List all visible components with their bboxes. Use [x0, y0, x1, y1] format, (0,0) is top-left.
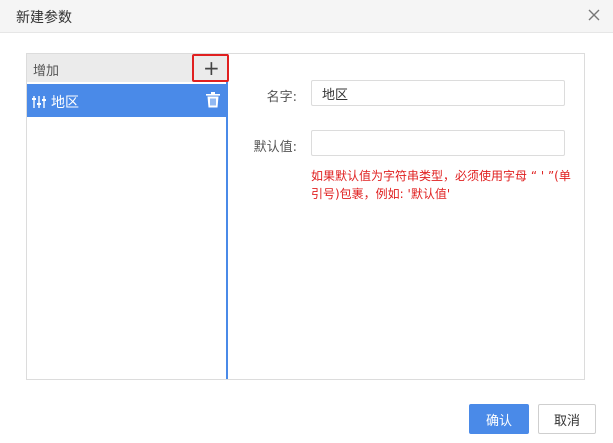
parameter-list-panel: 增加 + 地区 [27, 54, 229, 379]
trash-icon[interactable] [206, 92, 220, 112]
name-label: 名字: [266, 90, 297, 105]
dialog-title: 新建参数 [16, 10, 72, 26]
hint-line: 引号)包裹，例如: '默认值' [311, 187, 451, 201]
parameter-editor-panel: 增加 + 地区 名字: 地区 默认值: 如果默认值为字符串类型，必须使用字母 “… [26, 53, 585, 380]
dialog-titlebar: 新建参数 [0, 0, 613, 33]
close-icon[interactable] [585, 6, 603, 24]
hint-line: 如果默认值为字符串类型，必须使用字母 “ ' ”(单 [311, 169, 571, 183]
plus-icon: + [203, 56, 220, 80]
confirm-button[interactable]: 确认 [469, 404, 529, 434]
parameter-list-item[interactable]: 地区 [27, 84, 226, 117]
add-label: 增加 [33, 64, 60, 79]
new-parameter-dialog: 新建参数 增加 + 地区 名字: 地区 默认值: 如果默认值为字符串类型，必须使… [0, 0, 613, 443]
name-input[interactable] [311, 80, 565, 106]
default-value-hint: 如果默认值为字符串类型，必须使用字母 “ ' ”(单 引号)包裹，例如: '默认… [311, 167, 581, 203]
add-parameter-button[interactable]: + [192, 54, 229, 82]
default-value-label: 默认值: [253, 140, 297, 155]
parameter-item-label: 地区 [51, 95, 79, 111]
cancel-button[interactable]: 取消 [538, 404, 596, 434]
default-value-input[interactable] [311, 130, 565, 156]
parameter-icon [32, 94, 48, 113]
